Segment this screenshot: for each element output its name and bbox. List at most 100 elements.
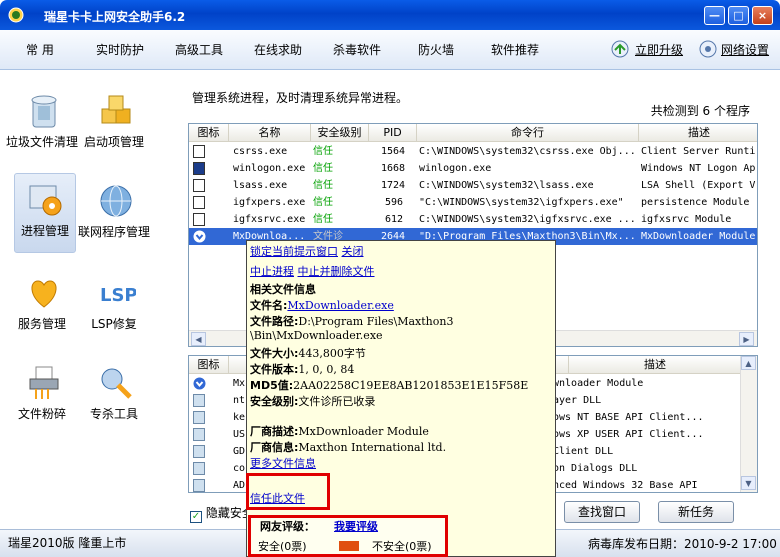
- close-tooltip-link[interactable]: 关闭: [342, 245, 364, 258]
- sidebar-item-lsp-repair[interactable]: LSP LSP修复: [74, 267, 154, 347]
- vertical-scrollbar[interactable]: ▲ ▼: [740, 356, 757, 492]
- scroll-right-icon[interactable]: ▶: [739, 332, 754, 346]
- sidebar-item-junk-cleanup[interactable]: 垃圾文件清理: [2, 85, 82, 165]
- file-size: 443,800字节: [298, 347, 366, 360]
- menu-advanced-tools[interactable]: 高级工具: [175, 41, 223, 58]
- sidebar: 垃圾文件清理 启动项管理 进程管理 联网程序管理 服务管理 LSP LSP修复 …: [0, 71, 170, 529]
- upgrade-icon: [611, 40, 629, 58]
- panel-description: 管理系统进程，及时清理系统异常进程。: [192, 91, 409, 105]
- window-app-icon: [193, 213, 205, 226]
- window-app-icon: [193, 145, 205, 158]
- winlogon-icon: [193, 162, 205, 175]
- col-level[interactable]: 安全级别: [311, 124, 369, 142]
- sidebar-item-special-kill-tools[interactable]: 专杀工具: [74, 357, 154, 437]
- col-desc[interactable]: 描述: [639, 124, 757, 142]
- menu-software-recommend[interactable]: 软件推荐: [491, 41, 539, 58]
- col-name[interactable]: 名称: [229, 124, 311, 142]
- shredder-icon: [29, 366, 59, 399]
- sidebar-item-startup-manager[interactable]: 启动项管理: [74, 85, 154, 165]
- sidebar-label: 文件粉碎: [17, 407, 66, 421]
- download-arrow-icon: [193, 230, 206, 243]
- dll-icon: [193, 428, 205, 441]
- sidebar-label: 服务管理: [17, 317, 66, 331]
- menu-bar: 常 用 实时防护 高级工具 在线求助 杀毒软件 防火墙 软件推荐 立即升级 网络…: [0, 30, 780, 70]
- col-pid[interactable]: PID: [369, 124, 417, 142]
- file-version: 1, 0, 0, 84: [298, 363, 355, 376]
- find-window-button[interactable]: 查找窗口: [564, 501, 640, 523]
- sidebar-item-file-shredder[interactable]: 文件粉碎: [2, 357, 82, 437]
- maximize-button[interactable]: □: [728, 6, 749, 25]
- globe-icon: [100, 185, 132, 217]
- menu-antivirus[interactable]: 杀毒软件: [333, 41, 381, 58]
- sidebar-label: 启动项管理: [83, 135, 144, 149]
- window-app-icon: [193, 179, 205, 192]
- rating-highlight-box: [248, 515, 448, 557]
- more-file-info-link[interactable]: 更多文件信息: [250, 457, 316, 470]
- menu-online-help[interactable]: 在线求助: [254, 41, 302, 58]
- md5-value: 2AA02258C19EE8AB1201853E1E15F58E: [293, 379, 529, 392]
- lock-tooltip-link[interactable]: 锁定当前提示窗口: [250, 245, 338, 258]
- vendor-description: MxDownloader Module: [298, 425, 429, 438]
- table-row[interactable]: lsass.exe 信任 1724 C:\WINDOWS\system32\ls…: [189, 177, 757, 194]
- info-title: 相关文件信息: [250, 283, 316, 296]
- wrench-icon: [101, 368, 132, 399]
- heart-service-icon: [31, 280, 57, 308]
- sidebar-item-service-manager[interactable]: 服务管理: [2, 267, 82, 347]
- program-count: 共检测到 6 个程序: [650, 104, 750, 118]
- minimize-button[interactable]: —: [704, 6, 725, 25]
- lsp-repair-icon: LSP: [100, 285, 136, 306]
- menu-firewall[interactable]: 防火墙: [418, 41, 454, 58]
- table-row[interactable]: winlogon.exe 信任 1668 winlogon.exe Window…: [189, 160, 757, 177]
- window-app-icon: [193, 196, 205, 209]
- dll-icon: [193, 479, 205, 492]
- dll-icon: [193, 445, 205, 458]
- col-cmd[interactable]: 命令行: [417, 124, 639, 142]
- dll-icon: [193, 462, 205, 475]
- sidebar-item-process-manager[interactable]: 进程管理: [14, 173, 76, 253]
- vendor-info: Maxthon International ltd.: [298, 441, 447, 454]
- hide-safe-checkbox[interactable]: ✓ 隐藏安全: [190, 504, 254, 523]
- sidebar-item-network-programs[interactable]: 联网程序管理: [74, 175, 154, 255]
- scroll-left-icon[interactable]: ◀: [191, 332, 206, 346]
- menu-common[interactable]: 常 用: [26, 41, 54, 58]
- rising-logo-icon: [8, 7, 24, 23]
- network-settings-link[interactable]: 网络设置: [721, 41, 769, 58]
- sidebar-label: 专杀工具: [89, 407, 138, 421]
- checkmark-icon: ✓: [190, 511, 202, 523]
- table-row[interactable]: igfxpers.exe 信任 596 "C:\WINDOWS\system32…: [189, 194, 757, 211]
- title-bar: 瑞星卡卡上网安全助手6.2 — □ ×: [0, 0, 780, 30]
- trash-bin-icon: [31, 95, 57, 128]
- dll-icon: [193, 394, 205, 407]
- col-desc[interactable]: 描述: [569, 356, 741, 374]
- scroll-up-icon[interactable]: ▲: [741, 356, 756, 370]
- file-path: D:\Program Files\Maxthon3: [298, 315, 454, 328]
- stop-delete-link[interactable]: 中止并删除文件: [298, 265, 375, 278]
- window-title: 瑞星卡卡上网安全助手6.2: [44, 10, 186, 24]
- process-gear-icon: [29, 185, 62, 216]
- startup-blocks-icon: [101, 95, 131, 124]
- filename-link[interactable]: MxDownloader.exe: [287, 299, 393, 312]
- network-settings-icon: [699, 40, 717, 58]
- dll-icon: [193, 411, 205, 424]
- table-row[interactable]: igfxsrvc.exe 信任 612 C:\WINDOWS\system32\…: [189, 211, 757, 228]
- virus-db-date: 病毒库发布日期：2010-9-2 17:00: [588, 537, 777, 551]
- stop-process-link[interactable]: 中止进程: [250, 265, 294, 278]
- menu-realtime-protection[interactable]: 实时防护: [96, 41, 144, 58]
- upgrade-link[interactable]: 立即升级: [635, 41, 683, 58]
- new-task-button[interactable]: 新任务: [658, 501, 734, 523]
- sidebar-label: 垃圾文件清理: [5, 135, 78, 149]
- sidebar-label: 进程管理: [20, 224, 69, 238]
- trust-highlight-box: [246, 473, 330, 510]
- scroll-down-icon[interactable]: ▼: [741, 476, 756, 490]
- close-button[interactable]: ×: [752, 6, 773, 25]
- table-row[interactable]: csrss.exe 信任 1564 C:\WINDOWS\system32\cs…: [189, 143, 757, 160]
- col-icon[interactable]: 图标: [189, 356, 229, 374]
- sidebar-label: LSP修复: [91, 317, 137, 331]
- svg-text:LSP: LSP: [100, 285, 136, 306]
- sidebar-label: 联网程序管理: [77, 225, 150, 239]
- table-header: 图标 名称 安全级别 PID 命令行 描述: [189, 124, 757, 142]
- promo-text[interactable]: 瑞星2010版 隆重上市: [8, 534, 126, 551]
- download-arrow-icon: [193, 377, 206, 390]
- file-path-cont: \Bin\MxDownloader.exe: [250, 329, 383, 342]
- col-icon[interactable]: 图标: [189, 124, 229, 142]
